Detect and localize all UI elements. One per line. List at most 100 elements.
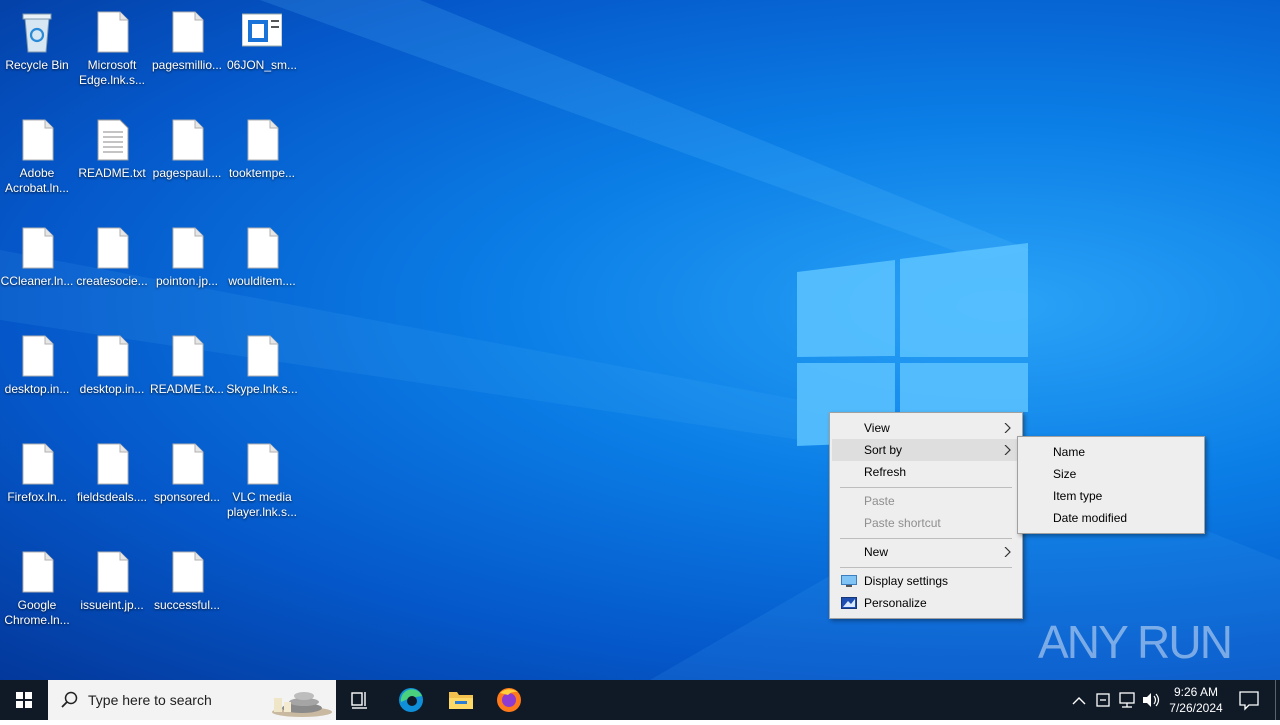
desktop-icon-label: Google Chrome.ln... [4,598,70,627]
desktop-icon[interactable]: Skype.lnk.s... [225,324,299,424]
file-icon [97,443,129,485]
menu-item-paste-shortcut: Paste shortcut [832,512,1020,534]
desktop-icon[interactable]: sponsored... [150,432,224,532]
file-explorer-taskbar-button[interactable] [440,680,482,720]
desktop-icon[interactable]: successful... [150,540,224,640]
file-icon [22,551,54,593]
desktop-icon[interactable]: CCleaner.ln... [0,216,74,316]
clock-date: 7/26/2024 [1169,701,1223,715]
desktop-icon-label: Skype.lnk.s... [226,382,298,396]
desktop-icon[interactable]: pagesmillio... [150,0,224,100]
sort-item-type-label: Item type [1053,489,1103,503]
display-settings-icon [841,575,857,587]
desktop-icon[interactable]: fieldsdeals.... [75,432,149,532]
desktop-icon-label: Firefox.ln... [7,490,67,504]
menu-item-sort-by[interactable]: Sort by [832,439,1020,461]
search-placeholder: Type here to search [88,692,212,708]
show-hidden-icons-button[interactable] [1068,680,1090,720]
sort-date-modified-label: Date modified [1053,511,1128,525]
sort-size[interactable]: Size [1020,463,1202,485]
menu-item-personalize[interactable]: Personalize [832,592,1020,614]
file-icon [172,227,204,269]
desktop-icon[interactable]: desktop.in... [0,324,74,424]
volume-button[interactable] [1140,680,1162,720]
desktop-icon[interactable]: createsocie... [75,216,149,316]
file-explorer-icon [449,692,473,709]
desktop-icon[interactable]: VLC media player.lnk.s... [225,432,299,532]
sort-item-type[interactable]: Item type [1020,485,1202,507]
action-center-button[interactable] [1232,680,1272,720]
edge-taskbar-button[interactable] [390,680,432,720]
desktop-icon-label: pagesmillio... [151,58,223,72]
task-view-icon [351,692,367,709]
desktop-icon-label: fieldsdeals.... [76,490,148,504]
file-icon [172,443,204,485]
desktop-icon[interactable]: tooktempe... [225,108,299,208]
file-icon [247,335,279,377]
file-icon [22,227,54,269]
menu-item-refresh-label: Refresh [864,465,907,479]
menu-item-display-settings[interactable]: Display settings [832,570,1020,592]
file-icon [97,335,129,377]
file-icon [97,11,129,53]
notification-icon [1239,691,1259,711]
desktop-icon[interactable]: Adobe Acrobat.ln... [0,108,74,208]
desktop-icon[interactable]: 06JON_sm... [225,0,299,100]
network-button[interactable] [1116,680,1138,720]
sort-name[interactable]: Name [1020,441,1202,463]
desktop-icon[interactable]: woulditem.... [225,216,299,316]
menu-item-paste-label: Paste [864,494,895,508]
sort-by-submenu: Name Size Item type Date modified [1017,436,1205,534]
windows-start-icon [16,692,32,708]
sort-date-modified[interactable]: Date modified [1020,507,1202,529]
menu-separator [840,567,1012,568]
menu-item-personalize-label: Personalize [864,596,927,610]
desktop-icon-label: woulditem.... [228,274,296,288]
file-icon [22,335,54,377]
desktop-icon[interactable]: issueint.jp... [75,540,149,640]
recycle-bin-icon [22,13,52,53]
image-file-icon [242,13,282,47]
taskbar-search-box[interactable]: Type here to search [48,680,336,720]
menu-item-new[interactable]: New [832,541,1020,563]
desktop-icon[interactable]: README.tx... [150,324,224,424]
desktop-icon[interactable]: Google Chrome.ln... [0,540,74,640]
file-icon [22,119,54,161]
desktop-icon[interactable]: Firefox.ln... [0,432,74,532]
menu-item-sort-by-label: Sort by [864,443,903,457]
personalize-icon [841,597,857,609]
desktop-icon[interactable]: pointon.jp... [150,216,224,316]
desktop-icon[interactable]: Microsoft Edge.lnk.s... [75,0,149,100]
taskbar-clock[interactable]: 9:26 AM 7/26/2024 [1162,684,1230,716]
file-icon [97,227,129,269]
desktop-icon[interactable]: Recycle Bin [0,0,74,100]
desktop-icon-label: issueint.jp... [80,598,144,612]
menu-item-refresh[interactable]: Refresh [832,461,1020,483]
start-button[interactable] [0,680,48,720]
desktop-context-menu: View Sort by Refresh Paste Paste shortcu… [829,412,1023,619]
desktop-background[interactable]: Recycle Bin Microsoft Edge.lnk.s... pagesm… [0,0,1280,680]
menu-separator [840,538,1012,539]
desktop-icon-label: successful... [153,598,221,612]
desktop-icon[interactable]: README.txt [75,108,149,208]
task-view-button[interactable] [340,680,380,720]
desktop-icon[interactable]: pagespaul.... [150,108,224,208]
file-icon [172,335,204,377]
anyrun-watermark: ANY RUN [1038,616,1233,668]
firefox-icon [497,688,521,712]
show-desktop-button[interactable] [1275,680,1280,720]
firefox-taskbar-button[interactable] [488,680,530,720]
search-icon [61,691,78,708]
desktop-icon-label: Adobe Acrobat.ln... [4,166,70,195]
desktop-icon-label: README.tx... [150,382,225,396]
menu-item-view[interactable]: View [832,417,1020,439]
tray-device-button[interactable] [1092,680,1114,720]
file-icon [172,551,204,593]
file-icon [247,227,279,269]
file-icon [22,443,54,485]
menu-item-paste: Paste [832,490,1020,512]
desktop-icon[interactable]: desktop.in... [75,324,149,424]
file-icon [247,119,279,161]
desktop-icon-label: sponsored... [153,490,221,504]
file-icon [247,443,279,485]
